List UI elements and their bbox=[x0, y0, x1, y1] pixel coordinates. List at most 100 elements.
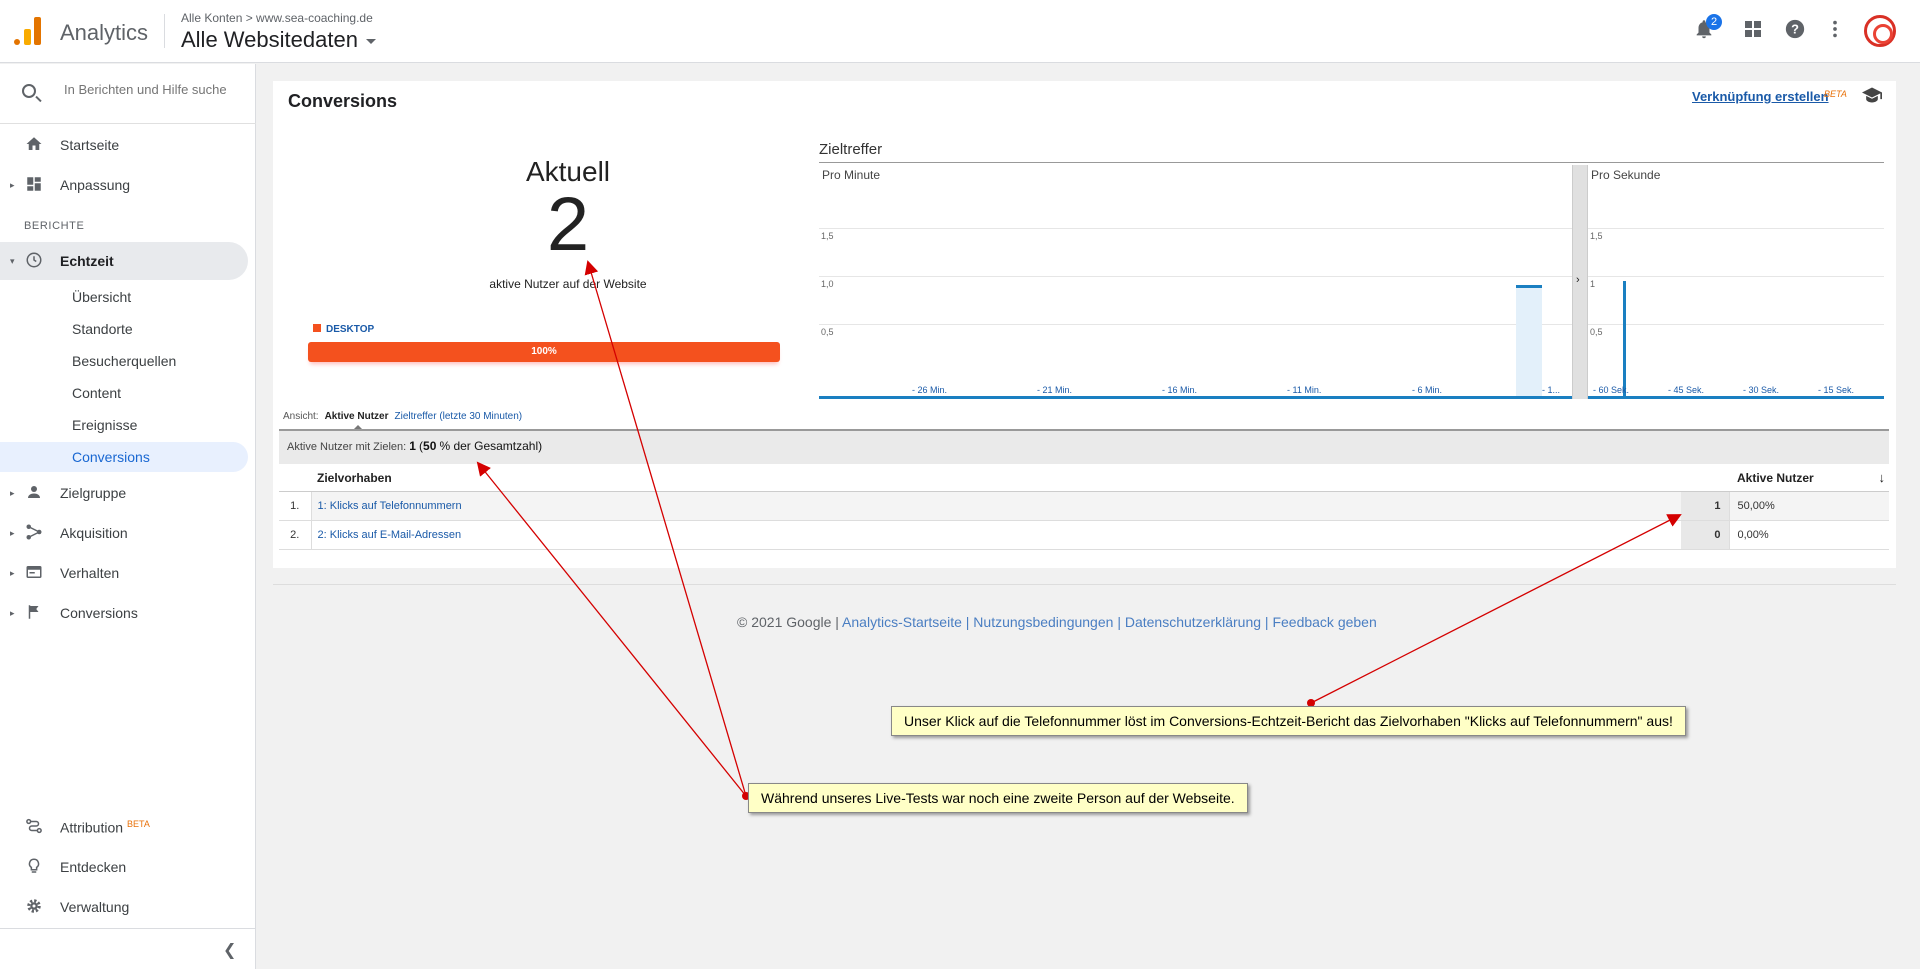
annotation-note-goal: Unser Klick auf die Telefonnummer löst i… bbox=[891, 706, 1686, 736]
app-name[interactable]: Analytics bbox=[60, 20, 148, 46]
collapse-arrow-icon: ▾ bbox=[10, 255, 15, 266]
per-second-chart: Pro Sekunde 1,5 1 0,5 - 60 Sek. - 45 Sek… bbox=[1588, 165, 1884, 399]
row-percent: 50,00% bbox=[1729, 491, 1889, 521]
footer-link-terms[interactable]: Nutzungsbedingungen bbox=[973, 614, 1113, 630]
expand-arrow-icon: ▸ bbox=[10, 487, 15, 498]
collapse-sidebar-icon[interactable]: ❮ bbox=[223, 940, 236, 960]
footer-separator: | bbox=[835, 614, 839, 630]
scrollbar[interactable] bbox=[1906, 64, 1920, 969]
sidebar: Startseite ▸ Anpassung BERICHTE ▾ Echtze… bbox=[0, 64, 256, 969]
more-vert-icon[interactable] bbox=[1821, 18, 1849, 46]
goal-link[interactable]: 2: Klicks auf E-Mail-Adressen bbox=[311, 520, 1681, 550]
expand-arrow-icon: ▸ bbox=[10, 567, 15, 578]
y-tick-label: 1,5 bbox=[821, 231, 834, 241]
view-option-aktive-nutzer[interactable]: Aktive Nutzer bbox=[325, 411, 389, 422]
row-index: 2. bbox=[279, 520, 312, 550]
analytics-logo-icon[interactable] bbox=[14, 17, 42, 45]
gear-icon bbox=[24, 897, 44, 917]
x-tick-label: - 15 Sek. bbox=[1818, 385, 1855, 395]
sidebar-item-label: Verhalten bbox=[60, 565, 120, 581]
sidebar-item-label: Verwaltung bbox=[60, 899, 130, 915]
table-row: 2. 2: Klicks auf E-Mail-Adressen 0 0,00% bbox=[279, 520, 1889, 550]
x-tick-label: - 21 Min. bbox=[1037, 385, 1073, 395]
sidebar-item-zielgruppe[interactable]: ▸ Zielgruppe bbox=[0, 474, 248, 512]
footer-link-feedback[interactable]: Feedback geben bbox=[1272, 614, 1376, 630]
footer: © 2021 Google | Analytics-Startseite | N… bbox=[737, 614, 1377, 630]
y-tick-label: 1,5 bbox=[1590, 231, 1603, 241]
search-box[interactable] bbox=[0, 64, 256, 124]
chart-bar bbox=[1623, 281, 1626, 399]
help-icon[interactable]: ? bbox=[1781, 18, 1809, 46]
view-option-zieltreffer[interactable]: Zieltreffer (letzte 30 Minuten) bbox=[394, 411, 522, 422]
beta-badge: BETA bbox=[127, 818, 150, 829]
gridline bbox=[1588, 276, 1884, 277]
search-icon bbox=[22, 84, 36, 98]
sidebar-item-anpassung[interactable]: ▸ Anpassung bbox=[0, 166, 248, 204]
footer-separator: | bbox=[1264, 614, 1269, 630]
table-row: 1. 1: Klicks auf Telefonnummern 1 50,00% bbox=[279, 491, 1889, 521]
sidebar-subitem-uebersicht[interactable]: Übersicht bbox=[0, 282, 248, 312]
table-header-index bbox=[279, 466, 311, 492]
bell-icon[interactable]: 2 bbox=[1690, 14, 1722, 46]
avatar[interactable] bbox=[1864, 15, 1896, 47]
top-app-bar: Analytics Alle Konten > www.sea-coaching… bbox=[0, 0, 1920, 63]
row-index: 1. bbox=[279, 491, 312, 521]
sidebar-subitem-standorte[interactable]: Standorte bbox=[0, 314, 248, 344]
apps-grid-icon[interactable] bbox=[1739, 18, 1767, 46]
sidebar-subitem-conversions[interactable]: Conversions bbox=[0, 442, 248, 472]
summary-value: 1 bbox=[409, 439, 416, 453]
table-header-users[interactable]: Aktive Nutzer ↓ bbox=[1681, 466, 1889, 492]
sidebar-item-akquisition[interactable]: ▸ Akquisition bbox=[0, 514, 248, 552]
view-selector[interactable]: Alle Websitedaten bbox=[181, 27, 376, 53]
sidebar-subitem-besucherquellen[interactable]: Besucherquellen bbox=[0, 346, 248, 376]
sidebar-subitem-content[interactable]: Content bbox=[0, 378, 248, 408]
goals-table: Zielvorhaben Aktive Nutzer ↓ 1. 1: Klicks… bbox=[279, 466, 1889, 550]
sidebar-item-verhalten[interactable]: ▸ Verhalten bbox=[0, 554, 248, 592]
chart-expand-toggle[interactable]: › bbox=[1572, 165, 1588, 399]
gridline bbox=[1588, 324, 1884, 325]
attribution-icon bbox=[24, 817, 44, 837]
table-header-goal[interactable]: Zielvorhaben bbox=[311, 466, 1681, 492]
sidebar-item-verwaltung[interactable]: Verwaltung bbox=[0, 888, 248, 926]
summary-rest: % der Gesamtzahl) bbox=[439, 439, 543, 453]
device-share-bar: 100% bbox=[308, 342, 780, 362]
sidebar-item-attribution[interactable]: Attribution BETA bbox=[0, 808, 248, 846]
chart-subtitle: Pro Sekunde bbox=[1591, 168, 1661, 182]
annotation-note-second-person: Während unseres Live-Tests war noch eine… bbox=[748, 783, 1248, 813]
footer-link-analytics-home[interactable]: Analytics-Startseite bbox=[842, 614, 962, 630]
footer-separator: | bbox=[965, 614, 970, 630]
sidebar-item-label: Akquisition bbox=[60, 525, 128, 541]
report-card: Conversions Verknüpfung erstellen BETA A… bbox=[273, 81, 1896, 568]
gridline bbox=[819, 228, 1572, 229]
clock-icon bbox=[24, 251, 44, 271]
account-breadcrumb[interactable]: Alle Konten > www.sea-coaching.de bbox=[181, 11, 373, 25]
x-tick-label: - 45 Sek. bbox=[1668, 385, 1705, 395]
chart-baseline bbox=[1588, 396, 1884, 399]
table-header-row: Zielvorhaben Aktive Nutzer ↓ bbox=[279, 466, 1889, 492]
create-shortcut-link[interactable]: Verknüpfung erstellen bbox=[1692, 89, 1829, 104]
sidebar-item-label: Attribution BETA bbox=[60, 819, 150, 836]
view-label: Ansicht: bbox=[283, 411, 319, 422]
x-tick-label: - 16 Min. bbox=[1162, 385, 1198, 395]
sidebar-item-label: Entdecken bbox=[60, 859, 127, 875]
sidebar-item-conversions[interactable]: ▸ Conversions bbox=[0, 594, 248, 632]
search-input[interactable] bbox=[64, 82, 244, 97]
sidebar-item-entdecken[interactable]: Entdecken bbox=[0, 848, 248, 886]
header-divider bbox=[164, 14, 165, 48]
footer-link-privacy[interactable]: Datenschutzerklärung bbox=[1125, 614, 1261, 630]
row-users: 1 bbox=[1681, 491, 1730, 521]
view-name: Alle Websitedaten bbox=[181, 27, 358, 52]
lightbulb-icon bbox=[24, 857, 44, 877]
goal-link[interactable]: 1: Klicks auf Telefonnummern bbox=[311, 491, 1681, 521]
flag-icon bbox=[24, 603, 44, 623]
view-toggle: Ansicht: Aktive Nutzer Zieltreffer (letzte… bbox=[283, 411, 522, 422]
graduation-cap-icon[interactable] bbox=[1862, 87, 1882, 108]
gridline bbox=[819, 276, 1572, 277]
sort-desc-icon[interactable]: ↓ bbox=[1879, 470, 1886, 485]
per-minute-chart: Pro Minute 1,5 1,0 0,5 - 26 Min. - 21 Mi… bbox=[819, 165, 1572, 399]
sidebar-item-startseite[interactable]: Startseite bbox=[0, 126, 248, 164]
sidebar-item-label: Echtzeit bbox=[60, 253, 114, 269]
sidebar-item-echtzeit[interactable]: ▾ Echtzeit bbox=[0, 242, 248, 280]
x-tick-label: - 11 Min. bbox=[1287, 385, 1322, 395]
sidebar-subitem-ereignisse[interactable]: Ereignisse bbox=[0, 410, 248, 440]
